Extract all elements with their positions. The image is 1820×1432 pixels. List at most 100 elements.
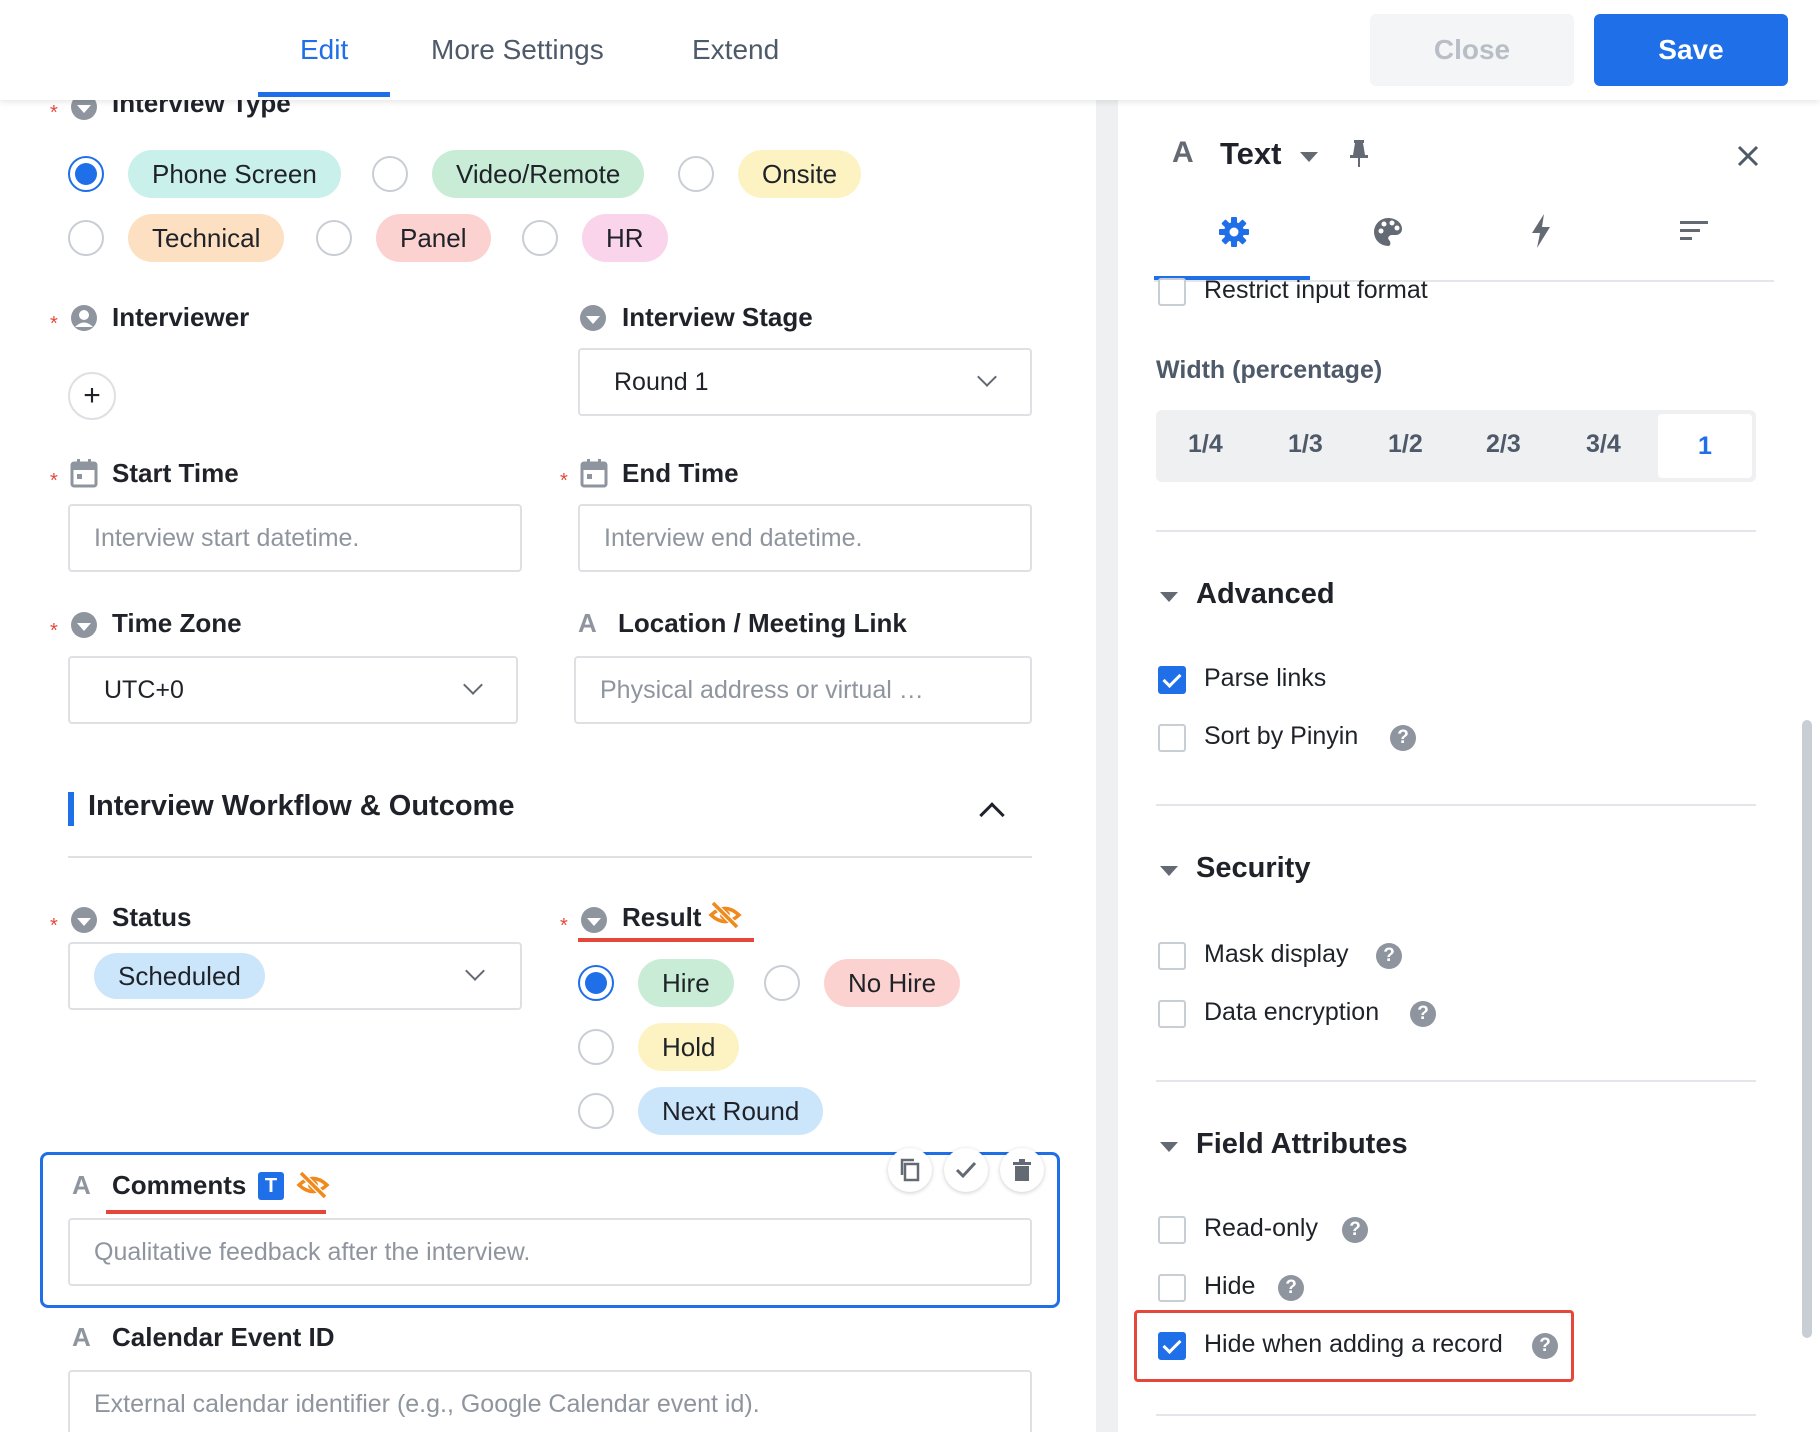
radio-hire[interactable] (578, 965, 614, 1001)
width-option-full[interactable]: 1 (1658, 414, 1752, 478)
tab-extend[interactable]: Extend (692, 34, 779, 66)
restrict-input-checkbox[interactable] (1158, 278, 1186, 306)
chevron-down-icon (465, 961, 485, 981)
hide-checkbox[interactable] (1158, 1274, 1186, 1302)
hide-label: Hide (1204, 1272, 1256, 1300)
data-encryption-checkbox[interactable] (1158, 1000, 1186, 1028)
time-zone-label: Time Zone (112, 608, 242, 638)
location-input[interactable]: Physical address or virtual … (574, 656, 1032, 724)
option-pill[interactable]: Phone Screen (128, 150, 341, 198)
collapse-security-icon[interactable] (1160, 866, 1178, 876)
data-encryption-label: Data encryption (1204, 998, 1380, 1026)
collapse-advanced-icon[interactable] (1160, 592, 1178, 602)
lightning-icon[interactable] (1530, 214, 1552, 248)
option-pill[interactable]: Panel (376, 214, 491, 262)
pin-icon[interactable] (1348, 140, 1370, 168)
hidden-eye-icon (708, 900, 742, 930)
radio-no-hire[interactable] (764, 965, 800, 1001)
confirm-field-button[interactable] (944, 1148, 988, 1192)
location-label: Location / Meeting Link (618, 608, 907, 638)
required-mark: * (50, 620, 58, 642)
option-pill[interactable]: No Hire (824, 959, 961, 1007)
field-type-label[interactable]: Text (1220, 136, 1281, 172)
top-bar: Edit More Settings Extend Close Save (0, 0, 1820, 100)
sort-icon[interactable] (1680, 220, 1708, 242)
select-value: Round 1 (614, 367, 709, 396)
required-mark: * (50, 313, 58, 335)
section-divider (1156, 1414, 1756, 1416)
radio-panel[interactable] (316, 220, 352, 256)
text-type-icon: A (1172, 136, 1194, 169)
option-pill[interactable]: Video/Remote (432, 150, 645, 198)
width-option-quarter[interactable]: 1/4 (1188, 430, 1223, 459)
help-icon[interactable]: ? (1342, 1217, 1368, 1243)
field-settings-panel: A Text Restrict input format Width (perc… (1118, 100, 1820, 1432)
person-icon (71, 305, 97, 331)
parse-links-checkbox[interactable] (1158, 666, 1186, 694)
add-interviewer-button[interactable]: + (68, 372, 116, 420)
width-option-three-quarters[interactable]: 3/4 (1586, 430, 1621, 459)
option-pill[interactable]: Next Round (638, 1087, 824, 1135)
width-option-two-thirds[interactable]: 2/3 (1486, 430, 1521, 459)
required-mark: * (50, 102, 58, 124)
duplicate-field-button[interactable] (888, 1148, 932, 1192)
option-pill[interactable]: HR (582, 214, 668, 262)
radio-next-round[interactable] (578, 1093, 614, 1129)
collapse-section-icon[interactable] (979, 802, 1005, 828)
comments-input[interactable]: Qualitative feedback after the interview… (68, 1218, 1032, 1286)
palette-icon[interactable] (1372, 216, 1404, 248)
help-icon[interactable]: ? (1410, 1001, 1436, 1027)
sort-by-pinyin-checkbox[interactable] (1158, 724, 1186, 752)
end-time-input[interactable]: Interview end datetime. (578, 504, 1032, 572)
end-time-label: End Time (622, 458, 739, 488)
width-label: Width (percentage) (1156, 356, 1383, 384)
collapse-field-attributes-icon[interactable] (1160, 1142, 1178, 1152)
tab-more-settings[interactable]: More Settings (431, 34, 604, 66)
help-icon[interactable]: ? (1532, 1333, 1558, 1359)
radio-video-remote[interactable] (372, 156, 408, 192)
form-canvas: * Interview Type Phone Screen Video/Remo… (0, 100, 1096, 1432)
calendar-event-id-label: Calendar Event ID (112, 1322, 335, 1352)
required-mark: * (50, 470, 58, 492)
radio-hold[interactable] (578, 1029, 614, 1065)
start-time-input[interactable]: Interview start datetime. (68, 504, 522, 572)
tab-edit[interactable]: Edit (300, 34, 348, 66)
parse-links-label: Parse links (1204, 664, 1327, 692)
width-segmented-control: 1/4 1/3 1/2 2/3 3/4 1 (1156, 410, 1756, 482)
hide-when-adding-checkbox[interactable] (1158, 1332, 1186, 1360)
option-pill[interactable]: Onsite (738, 150, 862, 198)
width-option-third[interactable]: 1/3 (1288, 430, 1323, 459)
calendar-event-id-input[interactable]: External calendar identifier (e.g., Goog… (68, 1370, 1032, 1432)
width-option-half[interactable]: 1/2 (1388, 430, 1423, 459)
radio-technical[interactable] (68, 220, 104, 256)
option-pill[interactable]: Technical (128, 214, 285, 262)
help-icon[interactable]: ? (1278, 1275, 1304, 1301)
radio-hr[interactable] (522, 220, 558, 256)
save-button[interactable]: Save (1594, 14, 1788, 86)
time-zone-select[interactable]: UTC+0 (68, 656, 518, 724)
chevron-down-icon (977, 367, 997, 387)
radio-phone-screen[interactable] (68, 156, 104, 192)
read-only-checkbox[interactable] (1158, 1216, 1186, 1244)
text-field-icon: A (72, 1170, 91, 1200)
hidden-field-underline (578, 938, 754, 942)
interview-stage-select[interactable]: Round 1 (578, 348, 1032, 416)
radio-onsite[interactable] (678, 156, 714, 192)
field-type-dropdown-icon[interactable] (1300, 152, 1318, 162)
help-icon[interactable]: ? (1376, 943, 1402, 969)
option-pill[interactable]: Hire (638, 959, 734, 1007)
section-divider (1156, 1080, 1756, 1082)
status-value-pill: Scheduled (94, 953, 265, 999)
mask-display-checkbox[interactable] (1158, 942, 1186, 970)
help-icon[interactable]: ? (1390, 725, 1416, 751)
panel-scrollbar[interactable] (1802, 720, 1812, 1338)
status-select[interactable]: Scheduled (68, 942, 522, 1010)
option-pill[interactable]: Hold (638, 1023, 740, 1071)
hidden-field-underline (106, 1210, 326, 1214)
trash-icon (1013, 1159, 1031, 1181)
close-button[interactable]: Close (1370, 14, 1574, 86)
settings-gear-icon[interactable] (1218, 216, 1250, 248)
delete-field-button[interactable] (1000, 1148, 1044, 1192)
close-panel-icon[interactable] (1736, 144, 1760, 168)
text-field-icon: A (578, 608, 597, 638)
